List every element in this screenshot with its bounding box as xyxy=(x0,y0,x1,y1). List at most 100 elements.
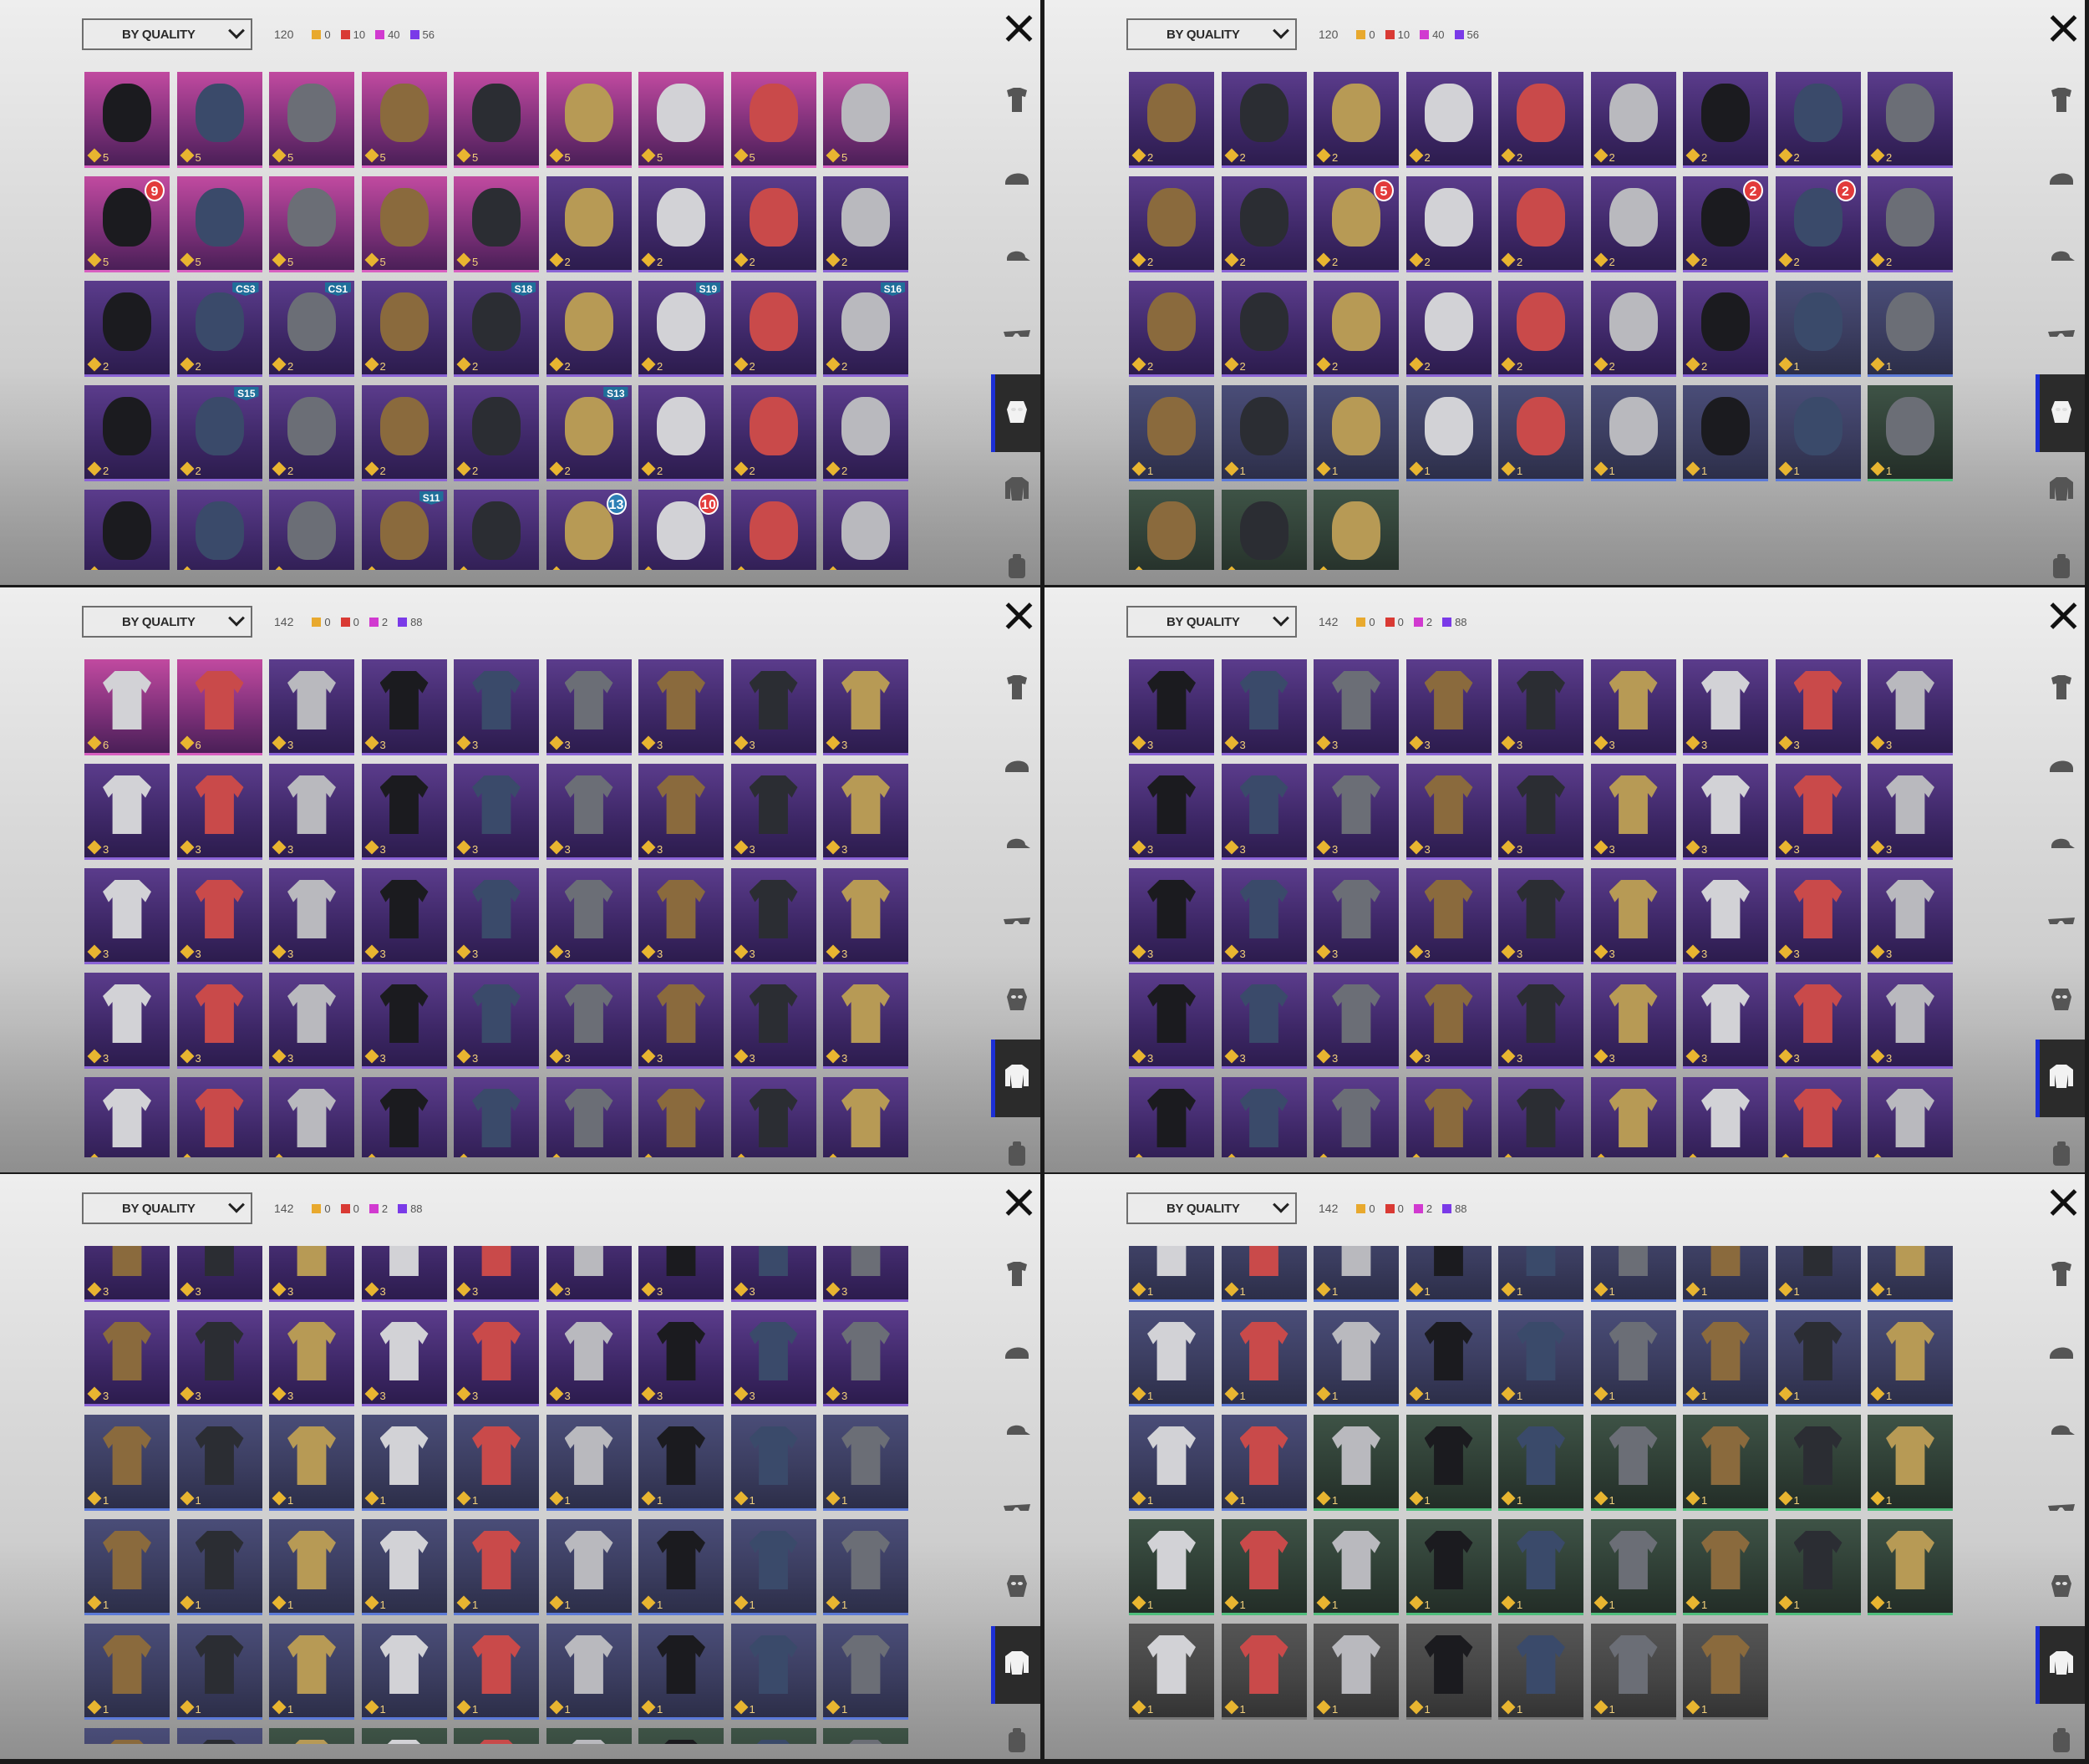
inventory-item[interactable]: 3 xyxy=(1221,973,1307,1069)
category-tab-helmet[interactable] xyxy=(2036,1315,2085,1393)
inventory-item[interactable]: 5 xyxy=(454,72,539,168)
inventory-item[interactable]: 3 xyxy=(823,973,908,1069)
close-icon[interactable] xyxy=(1000,1184,1037,1221)
inventory-item[interactable]: 3 xyxy=(1129,659,1214,755)
inventory-item[interactable]: 3 xyxy=(361,1246,447,1302)
inventory-item[interactable]: 2 S16 xyxy=(823,281,908,377)
sort-dropdown[interactable]: BY QUALITY xyxy=(1126,1192,1297,1224)
close-icon[interactable] xyxy=(2045,597,2081,634)
category-tab-backpack[interactable] xyxy=(2036,530,2085,585)
inventory-item[interactable]: 2 xyxy=(1221,281,1307,377)
inventory-item[interactable]: 1 xyxy=(361,1624,447,1720)
inventory-item[interactable]: 3 xyxy=(361,1077,447,1157)
inventory-item[interactable]: 2 xyxy=(1221,72,1307,168)
item-grid-viewport[interactable]: 3333333333333333333333333333333333333333… xyxy=(1129,659,1956,1157)
inventory-item[interactable]: 1 xyxy=(1129,1519,1214,1615)
inventory-item[interactable]: 3 xyxy=(269,868,354,964)
inventory-item[interactable]: 2 xyxy=(361,385,447,481)
inventory-item[interactable]: 3 xyxy=(823,1246,908,1302)
inventory-item[interactable]: 2 xyxy=(1405,281,1492,377)
inventory-item[interactable]: 1 xyxy=(1314,1519,1399,1615)
inventory-item[interactable]: 1 xyxy=(361,1415,447,1511)
inventory-item[interactable]: 1 xyxy=(1221,1246,1307,1302)
inventory-item[interactable]: 3 xyxy=(176,1077,262,1157)
inventory-item[interactable]: 3 xyxy=(84,973,170,1069)
inventory-item[interactable]: 1 xyxy=(176,1519,262,1615)
category-tab-outfit[interactable] xyxy=(2036,64,2085,141)
inventory-item[interactable]: 1 xyxy=(1868,1415,1953,1511)
inventory-item[interactable]: 1 xyxy=(176,1728,262,1744)
sort-dropdown[interactable]: BY QUALITY xyxy=(82,606,252,638)
inventory-item[interactable]: 2 CS3 xyxy=(176,281,262,377)
inventory-item[interactable]: 1 xyxy=(1405,1415,1492,1511)
category-tab-outfit[interactable] xyxy=(991,64,1040,141)
inventory-item[interactable]: 1 xyxy=(454,1624,539,1720)
inventory-item[interactable]: 3 xyxy=(1314,1077,1399,1157)
inventory-item[interactable]: 3 xyxy=(1498,764,1583,860)
inventory-item[interactable]: 1 xyxy=(1868,1519,1953,1615)
inventory-item[interactable]: 1 xyxy=(1498,1519,1583,1615)
inventory-item[interactable]: 5 xyxy=(84,72,170,168)
inventory-item[interactable]: 3 xyxy=(730,1310,816,1406)
inventory-item[interactable]: 1 xyxy=(269,1415,354,1511)
category-tab-jacket[interactable] xyxy=(2036,1626,2085,1704)
inventory-item[interactable]: 3 xyxy=(361,764,447,860)
inventory-item[interactable]: 5 xyxy=(176,72,262,168)
inventory-item[interactable]: 1 xyxy=(1590,1246,1676,1302)
inventory-item[interactable]: 3 xyxy=(84,1077,170,1157)
inventory-item[interactable]: 1 xyxy=(1498,385,1583,481)
inventory-item[interactable]: 3 xyxy=(730,868,816,964)
inventory-item[interactable]: 2 xyxy=(823,385,908,481)
inventory-item[interactable]: 5 xyxy=(269,176,354,272)
inventory-item[interactable]: 1 xyxy=(84,1519,170,1615)
inventory-item[interactable]: 3 xyxy=(1775,868,1861,964)
inventory-item[interactable]: 5 xyxy=(269,72,354,168)
inventory-item[interactable]: 1 xyxy=(730,1728,816,1744)
inventory-item[interactable]: 1 xyxy=(1683,1246,1768,1302)
inventory-item[interactable]: 1 xyxy=(1221,385,1307,481)
inventory-item[interactable]: 1 xyxy=(1775,385,1861,481)
inventory-item[interactable]: 3 xyxy=(1868,659,1953,755)
inventory-item[interactable]: 3 xyxy=(823,1077,908,1157)
inventory-item[interactable]: 2 xyxy=(730,281,816,377)
inventory-item[interactable]: 3 xyxy=(361,1310,447,1406)
category-tab-jacket[interactable] xyxy=(2036,452,2085,530)
inventory-item[interactable]: 1 xyxy=(1498,1624,1583,1720)
inventory-item[interactable]: 1 xyxy=(84,1624,170,1720)
inventory-item[interactable]: 3 xyxy=(1221,868,1307,964)
inventory-item[interactable]: 6 xyxy=(176,659,262,755)
inventory-item[interactable]: 3 xyxy=(361,659,447,755)
inventory-item[interactable]: 1 xyxy=(1221,1519,1307,1615)
inventory-item[interactable]: 3 xyxy=(269,1310,354,1406)
inventory-item[interactable]: 3 xyxy=(638,973,724,1069)
inventory-item[interactable]: 3 xyxy=(638,1246,724,1302)
inventory-item[interactable]: 2 xyxy=(823,490,908,570)
inventory-item[interactable]: 5 xyxy=(730,72,816,168)
inventory-item[interactable]: 1 xyxy=(1868,1310,1953,1406)
inventory-item[interactable]: 5 xyxy=(176,176,262,272)
category-tab-outfit[interactable] xyxy=(2036,1238,2085,1315)
inventory-item[interactable]: 3 xyxy=(1590,868,1676,964)
inventory-item[interactable]: 3 xyxy=(730,1246,816,1302)
inventory-item[interactable]: 1 xyxy=(1868,1246,1953,1302)
inventory-item[interactable]: 1 xyxy=(1314,1415,1399,1511)
category-tab-glasses[interactable] xyxy=(2036,1471,2085,1548)
inventory-item[interactable]: 2 xyxy=(269,490,354,570)
inventory-item[interactable]: 2 xyxy=(1498,176,1583,272)
inventory-item[interactable]: 1 xyxy=(1221,1310,1307,1406)
inventory-item[interactable]: 1 xyxy=(1314,1246,1399,1302)
inventory-item[interactable]: 3 xyxy=(176,973,262,1069)
inventory-item[interactable]: 1 xyxy=(823,1728,908,1744)
inventory-item[interactable]: 3 xyxy=(1683,659,1768,755)
inventory-item[interactable]: 3 xyxy=(1221,659,1307,755)
inventory-item[interactable]: 3 xyxy=(638,1077,724,1157)
sort-dropdown[interactable]: BY QUALITY xyxy=(82,18,252,50)
category-tab-backpack[interactable] xyxy=(991,530,1040,585)
inventory-item[interactable]: 3 xyxy=(1590,1077,1676,1157)
inventory-item[interactable]: 1 xyxy=(1405,385,1492,481)
inventory-item[interactable]: 2 xyxy=(1498,72,1583,168)
inventory-item[interactable]: 3 xyxy=(546,1310,632,1406)
inventory-item[interactable]: 3 xyxy=(1314,764,1399,860)
inventory-item[interactable]: 1 xyxy=(1129,1415,1214,1511)
inventory-item[interactable]: 2 xyxy=(1129,176,1214,272)
